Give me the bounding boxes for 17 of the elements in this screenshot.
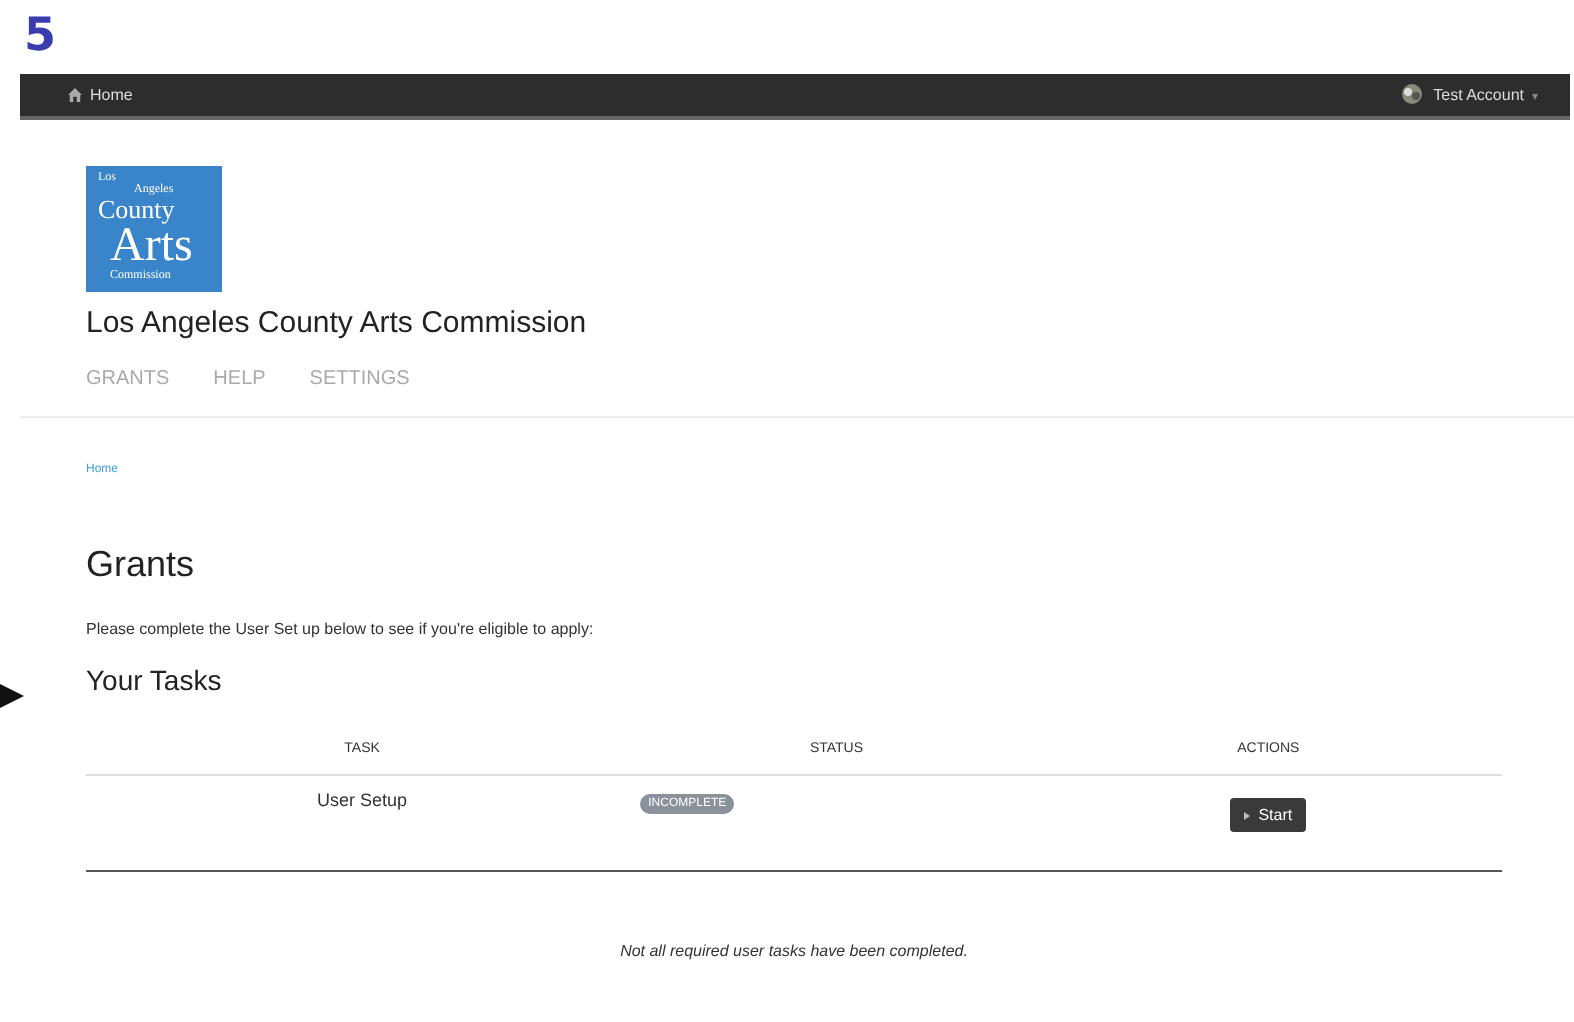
task-name: User Setup bbox=[317, 790, 408, 810]
section-title: Your Tasks bbox=[86, 664, 224, 696]
home-link[interactable]: Home bbox=[90, 86, 133, 104]
pointer-arrow-icon bbox=[0, 680, 24, 712]
nav-link[interactable]: HELP bbox=[213, 368, 266, 390]
account-menu[interactable]: Test Account bbox=[1433, 86, 1524, 104]
step-number: 5 bbox=[24, 8, 57, 64]
nav-link[interactable]: GRANTS bbox=[86, 368, 170, 390]
intro-text: Please complete the User Set up below to see if you're eligible to apply: bbox=[86, 620, 596, 638]
play-icon bbox=[1244, 812, 1251, 820]
avatar-icon bbox=[1399, 84, 1426, 106]
nav-link[interactable]: SETTINGS bbox=[309, 368, 410, 390]
status-note: Not all required user tasks have been completed. bbox=[618, 942, 970, 960]
organization-name: Los Angeles County Arts Commission bbox=[86, 306, 589, 340]
page-title: Grants bbox=[86, 544, 197, 586]
start-button[interactable]: Start bbox=[1230, 798, 1307, 832]
home-icon bbox=[68, 88, 82, 102]
